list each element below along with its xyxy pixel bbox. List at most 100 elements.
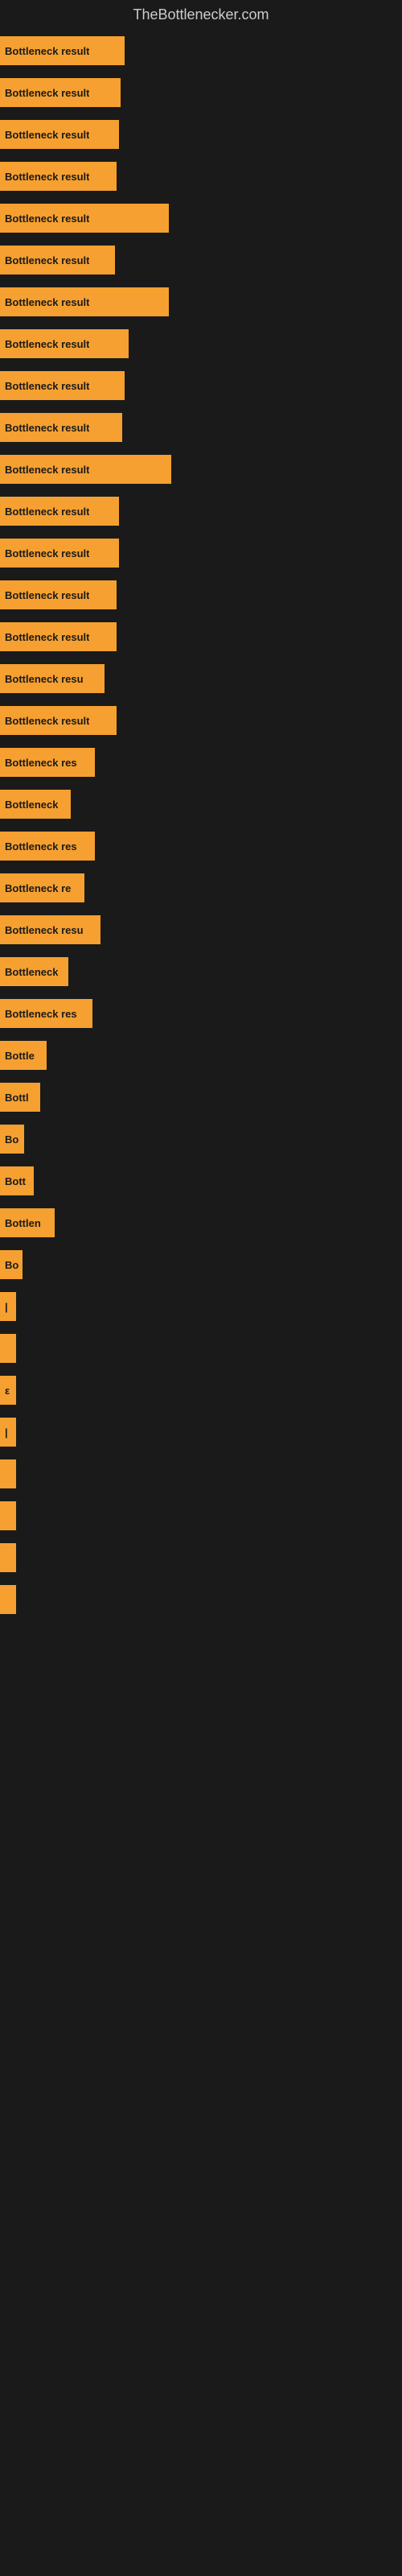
bar-label: Bottleneck result (5, 715, 89, 727)
site-title: TheBottlenecker.com (0, 0, 402, 30)
bar-row: Bottleneck result (0, 700, 402, 741)
result-bar: Bottleneck result (0, 413, 122, 442)
bar-row: | (0, 1286, 402, 1327)
bar-label: Bottleneck res (5, 1008, 77, 1020)
bar-label: Bottleneck result (5, 254, 89, 266)
bar-row (0, 1453, 402, 1495)
result-bar (0, 1459, 16, 1488)
bar-label: Bottle (5, 1050, 35, 1062)
bar-label: | (5, 1426, 8, 1439)
result-bar: Bottleneck result (0, 455, 171, 484)
bar-row: Bottleneck result (0, 532, 402, 574)
result-bar: | (0, 1418, 16, 1447)
bar-label: Bottleneck result (5, 129, 89, 141)
result-bar: Bottleneck resu (0, 664, 105, 693)
bar-row: ε (0, 1369, 402, 1411)
result-bar: Bottleneck res (0, 999, 92, 1028)
bar-row (0, 1327, 402, 1369)
bar-label: Bottleneck (5, 966, 58, 978)
bar-label: Bottleneck result (5, 380, 89, 392)
bar-label: Bott (5, 1175, 26, 1187)
bar-row: Bottleneck result (0, 155, 402, 197)
bar-label: Bottl (5, 1092, 29, 1104)
result-bar: Bottleneck result (0, 622, 117, 651)
bar-row: Bottleneck result (0, 30, 402, 72)
bar-label: Bottleneck re (5, 882, 71, 894)
bar-row (0, 1579, 402, 1620)
result-bar (0, 1334, 16, 1363)
bar-row: Bottleneck result (0, 448, 402, 490)
bar-label: Bottleneck result (5, 589, 89, 601)
result-bar: Bottleneck result (0, 162, 117, 191)
bar-row: Bottleneck resu (0, 658, 402, 700)
result-bar: Bo (0, 1250, 23, 1279)
result-bar: Bottleneck result (0, 78, 121, 107)
bar-label: Bottleneck (5, 799, 58, 811)
bar-label: Bottleneck res (5, 757, 77, 769)
bar-label: Bottleneck res (5, 840, 77, 852)
bar-label: Bo (5, 1133, 18, 1146)
result-bar: Bottleneck (0, 790, 71, 819)
bar-row: Bottlen (0, 1202, 402, 1244)
bar-label: Bottleneck result (5, 464, 89, 476)
result-bar: Bottleneck result (0, 580, 117, 609)
bar-row: Bottleneck (0, 783, 402, 825)
bar-row: Bottleneck result (0, 323, 402, 365)
bar-row: Bottleneck res (0, 993, 402, 1034)
result-bar: Bottleneck re (0, 873, 84, 902)
result-bar: Bottleneck res (0, 748, 95, 777)
bars-container: Bottleneck result Bottleneck result Bottle… (0, 30, 402, 1620)
result-bar: Bottleneck result (0, 706, 117, 735)
result-bar: Bottleneck result (0, 539, 119, 568)
bar-row: Bottleneck result (0, 281, 402, 323)
result-bar: Bottl (0, 1083, 40, 1112)
result-bar: Bottleneck res (0, 832, 95, 861)
bar-row (0, 1537, 402, 1579)
bar-label: Bottleneck result (5, 171, 89, 183)
result-bar (0, 1585, 16, 1614)
result-bar: Bottleneck result (0, 497, 119, 526)
bar-label: Bottleneck result (5, 87, 89, 99)
bar-label: Bottleneck result (5, 422, 89, 434)
bar-label: Bottleneck result (5, 506, 89, 518)
bar-row: Bottleneck resu (0, 909, 402, 951)
bar-row: Bottleneck result (0, 239, 402, 281)
bar-label: ε (5, 1385, 10, 1397)
result-bar: Bottleneck result (0, 36, 125, 65)
result-bar: Bottleneck resu (0, 915, 100, 944)
bar-label: Bottleneck result (5, 296, 89, 308)
result-bar: | (0, 1292, 16, 1321)
bar-label: Bottleneck result (5, 45, 89, 57)
result-bar (0, 1543, 16, 1572)
result-bar: Bottleneck result (0, 371, 125, 400)
bar-label: Bottleneck result (5, 631, 89, 643)
bar-label: Bottlen (5, 1217, 41, 1229)
bar-row (0, 1495, 402, 1537)
bar-label: Bottleneck result (5, 338, 89, 350)
result-bar: Bottleneck result (0, 287, 169, 316)
bar-row: Bottleneck result (0, 114, 402, 155)
result-bar: Bottleneck result (0, 246, 115, 275)
bar-row: Bottleneck result (0, 616, 402, 658)
bar-row: Bottleneck res (0, 741, 402, 783)
bar-row: Bottleneck (0, 951, 402, 993)
bar-row: Bottleneck result (0, 197, 402, 239)
bar-row: Bottleneck result (0, 490, 402, 532)
bar-row: Bottleneck result (0, 407, 402, 448)
bar-label: Bottleneck result (5, 547, 89, 559)
bar-row: Bottleneck re (0, 867, 402, 909)
bar-row: Bott (0, 1160, 402, 1202)
result-bar (0, 1501, 16, 1530)
result-bar: Bo (0, 1125, 24, 1154)
bar-label: Bottleneck resu (5, 924, 84, 936)
result-bar: Bottleneck result (0, 120, 119, 149)
bar-row: | (0, 1411, 402, 1453)
result-bar: Bottleneck (0, 957, 68, 986)
result-bar: Bottleneck result (0, 204, 169, 233)
bar-row: Bottl (0, 1076, 402, 1118)
result-bar: Bottlen (0, 1208, 55, 1237)
bar-row: Bottle (0, 1034, 402, 1076)
result-bar: Bottle (0, 1041, 47, 1070)
bar-row: Bottleneck res (0, 825, 402, 867)
bar-row: Bottleneck result (0, 365, 402, 407)
